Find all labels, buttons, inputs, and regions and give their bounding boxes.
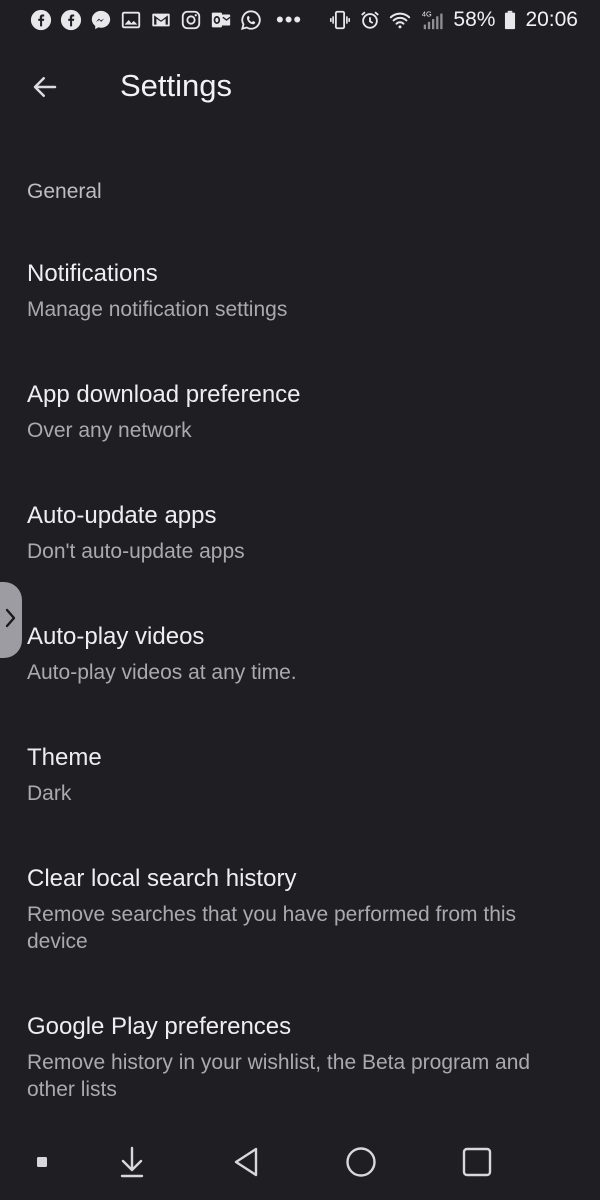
- instagram-icon: [180, 9, 202, 31]
- messenger-icon: [90, 9, 112, 31]
- facebook-icon: [60, 9, 82, 31]
- notification-icons: •••: [30, 9, 302, 31]
- setting-subtitle: Manage notification settings: [27, 298, 288, 321]
- hide-keyboard-button[interactable]: [112, 1144, 152, 1184]
- battery-percent: 58%: [453, 8, 496, 31]
- battery-icon: [503, 9, 517, 31]
- section-header-general: General: [27, 180, 102, 203]
- gmail-icon: [150, 9, 172, 31]
- cellular-signal-icon: 4G: [419, 9, 445, 31]
- setting-title: Theme: [27, 744, 102, 771]
- setting-theme[interactable]: Theme Dark: [0, 744, 600, 834]
- small-square-icon: [36, 1155, 48, 1173]
- setting-notifications[interactable]: Notifications Manage notification settin…: [0, 260, 600, 350]
- nav-home-button[interactable]: [341, 1144, 381, 1184]
- setting-subtitle: Dark: [27, 782, 72, 805]
- back-triangle-icon: [231, 1146, 261, 1183]
- network-type-label: 4G: [422, 9, 432, 18]
- more-notifications-indicator: •••: [276, 7, 303, 32]
- nav-recents-button[interactable]: [457, 1144, 497, 1184]
- setting-subtitle: Over any network: [27, 419, 192, 442]
- setting-auto-update-apps[interactable]: Auto-update apps Don't auto-update apps: [0, 502, 600, 592]
- setting-subtitle: Auto-play videos at any time.: [27, 661, 297, 684]
- wifi-icon: [389, 9, 411, 31]
- chevron-right-icon: [4, 607, 18, 634]
- gallery-icon: [120, 9, 142, 31]
- setting-clear-local-search-history[interactable]: Clear local search history Remove search…: [0, 865, 600, 975]
- home-circle-icon: [345, 1146, 377, 1183]
- arrow-back-icon: [30, 72, 60, 107]
- system-status: 4G 58% 20:06: [329, 8, 578, 32]
- setting-title: Google Play preferences: [27, 1013, 292, 1040]
- setting-subtitle: Don't auto-update apps: [27, 540, 245, 563]
- whatsapp-icon: [240, 9, 262, 31]
- setting-title: Clear local search history: [27, 865, 297, 892]
- app-bar: Settings: [0, 52, 600, 124]
- download-arrow-icon: [117, 1145, 147, 1184]
- page-title: Settings: [120, 68, 233, 103]
- facebook-icon: [30, 9, 52, 31]
- back-button[interactable]: [22, 66, 68, 112]
- settings-screen: ••• 4G 58% 20:06 Settings General Notifi…: [0, 0, 600, 1200]
- setting-title: Notifications: [27, 260, 158, 287]
- setting-title: Auto-play videos: [27, 623, 205, 650]
- clock: 20:06: [525, 8, 578, 31]
- nav-back-button[interactable]: [226, 1144, 266, 1184]
- nav-extra-button[interactable]: [32, 1154, 52, 1174]
- setting-subtitle: Remove searches that you have performed …: [27, 903, 517, 953]
- setting-app-download-preference[interactable]: App download preference Over any network: [0, 381, 600, 471]
- recents-square-icon: [462, 1147, 492, 1182]
- setting-title: Auto-update apps: [27, 502, 217, 529]
- outlook-icon: [210, 9, 232, 31]
- setting-title: App download preference: [27, 381, 301, 408]
- edge-panel-handle[interactable]: [0, 582, 22, 658]
- navigation-bar: [0, 1130, 600, 1200]
- status-bar: ••• 4G 58% 20:06: [0, 0, 600, 40]
- setting-subtitle: Remove history in your wishlist, the Bet…: [27, 1051, 531, 1101]
- alarm-icon: [359, 9, 381, 31]
- setting-auto-play-videos[interactable]: Auto-play videos Auto-play videos at any…: [0, 623, 600, 713]
- setting-google-play-preferences[interactable]: Google Play preferences Remove history i…: [0, 1013, 600, 1123]
- vibrate-icon: [329, 9, 351, 31]
